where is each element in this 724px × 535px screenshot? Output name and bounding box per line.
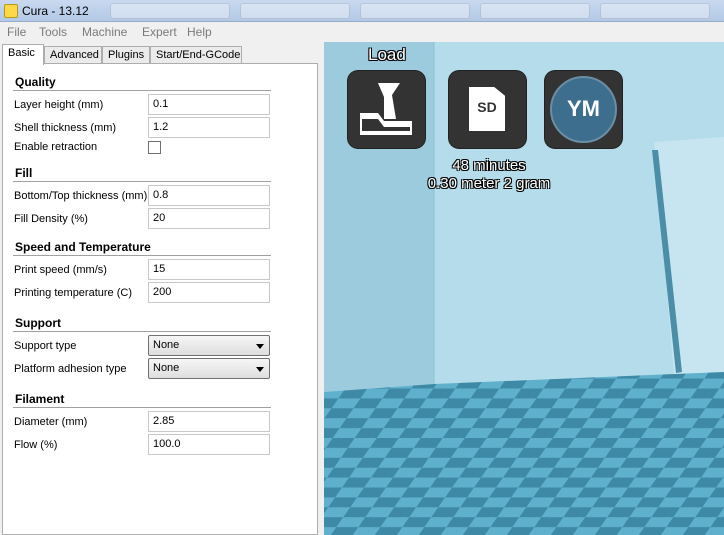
support-type-select[interactable]: None — [148, 335, 270, 356]
flow-input[interactable]: 100.0 — [148, 434, 270, 455]
section-divider — [13, 90, 271, 91]
platform-adhesion-label: Platform adhesion type — [14, 363, 127, 375]
background-tab — [240, 3, 350, 19]
menu-file[interactable]: File — [7, 25, 26, 39]
tab-plugins[interactable]: Plugins — [102, 46, 150, 64]
section-filament-title: Filament — [15, 392, 65, 406]
shell-thickness-input[interactable]: 1.2 — [148, 117, 270, 138]
youmagine-button[interactable]: YM — [545, 71, 622, 148]
menu-machine[interactable]: Machine — [82, 25, 127, 39]
shell-thickness-label: Shell thickness (mm) — [14, 122, 117, 134]
printing-temperature-label: Printing temperature (C) — [14, 287, 132, 299]
load-icon — [360, 83, 412, 135]
diameter-label: Diameter (mm) — [14, 416, 88, 428]
support-type-value: None — [153, 339, 180, 351]
flow-label: Flow (%) — [14, 439, 58, 451]
platform-adhesion-value: None — [153, 362, 180, 374]
load-button[interactable] — [348, 71, 425, 148]
layer-height-label: Layer height (mm) — [14, 99, 104, 111]
section-divider — [13, 181, 271, 182]
tab-advanced[interactable]: Advanced — [44, 46, 102, 64]
print-material: 0.30 meter 2 gram — [427, 175, 551, 192]
bottom-top-thickness-label: Bottom/Top thickness (mm) — [14, 190, 148, 202]
section-fill-title: Fill — [15, 166, 33, 180]
enable-retraction-checkbox[interactable] — [148, 141, 161, 154]
window-title: Cura - 13.12 — [22, 4, 89, 18]
section-divider — [13, 331, 271, 332]
youmagine-icon: YM — [550, 76, 617, 143]
menu-expert[interactable]: Expert — [142, 25, 177, 39]
title-bar: Cura - 13.12 — [0, 0, 724, 22]
load-label: Load — [368, 45, 406, 64]
print-time: 48 minutes — [452, 157, 526, 174]
ym-label: YM — [567, 96, 600, 121]
3d-viewport[interactable]: Load SD YM 48 minutes 0.30 meter 2 gram — [324, 42, 724, 535]
print-speed-label: Print speed (mm/s) — [14, 264, 107, 276]
section-speed-title: Speed and Temperature — [15, 240, 151, 254]
platform-adhesion-select[interactable]: None — [148, 358, 270, 379]
settings-panel: Basic Advanced Plugins Start/End-GCode Q… — [0, 42, 324, 535]
section-quality-title: Quality — [15, 75, 56, 89]
print-speed-input[interactable]: 15 — [148, 259, 270, 280]
background-tab — [360, 3, 470, 19]
layer-height-input[interactable]: 0.1 — [148, 94, 270, 115]
menu-bar: File Tools Machine Expert Help — [0, 22, 724, 42]
section-divider — [13, 407, 271, 408]
section-support-title: Support — [15, 316, 61, 330]
chevron-down-icon — [256, 367, 264, 372]
tab-start-end-gcode[interactable]: Start/End-GCode — [150, 46, 242, 64]
fill-density-label: Fill Density (%) — [14, 213, 88, 225]
background-tab — [480, 3, 590, 19]
fill-density-input[interactable]: 20 — [148, 208, 270, 229]
bottom-top-thickness-input[interactable]: 0.8 — [148, 185, 270, 206]
basic-settings: Quality Layer height (mm) 0.1 Shell thic… — [2, 63, 318, 535]
sd-label: SD — [477, 99, 497, 115]
background-tab — [110, 3, 230, 19]
diameter-input[interactable]: 2.85 — [148, 411, 270, 432]
section-divider — [13, 255, 271, 256]
support-type-label: Support type — [14, 340, 77, 352]
printing-temperature-input[interactable]: 200 — [148, 282, 270, 303]
background-tab — [600, 3, 710, 19]
sd-card-icon: SD — [469, 87, 505, 131]
app-icon — [4, 4, 18, 18]
menu-help[interactable]: Help — [187, 25, 212, 39]
enable-retraction-label: Enable retraction — [14, 141, 98, 153]
menu-tools[interactable]: Tools — [39, 25, 67, 39]
chevron-down-icon — [256, 344, 264, 349]
tab-basic[interactable]: Basic — [2, 44, 44, 65]
save-to-sd-button[interactable]: SD — [449, 71, 526, 148]
